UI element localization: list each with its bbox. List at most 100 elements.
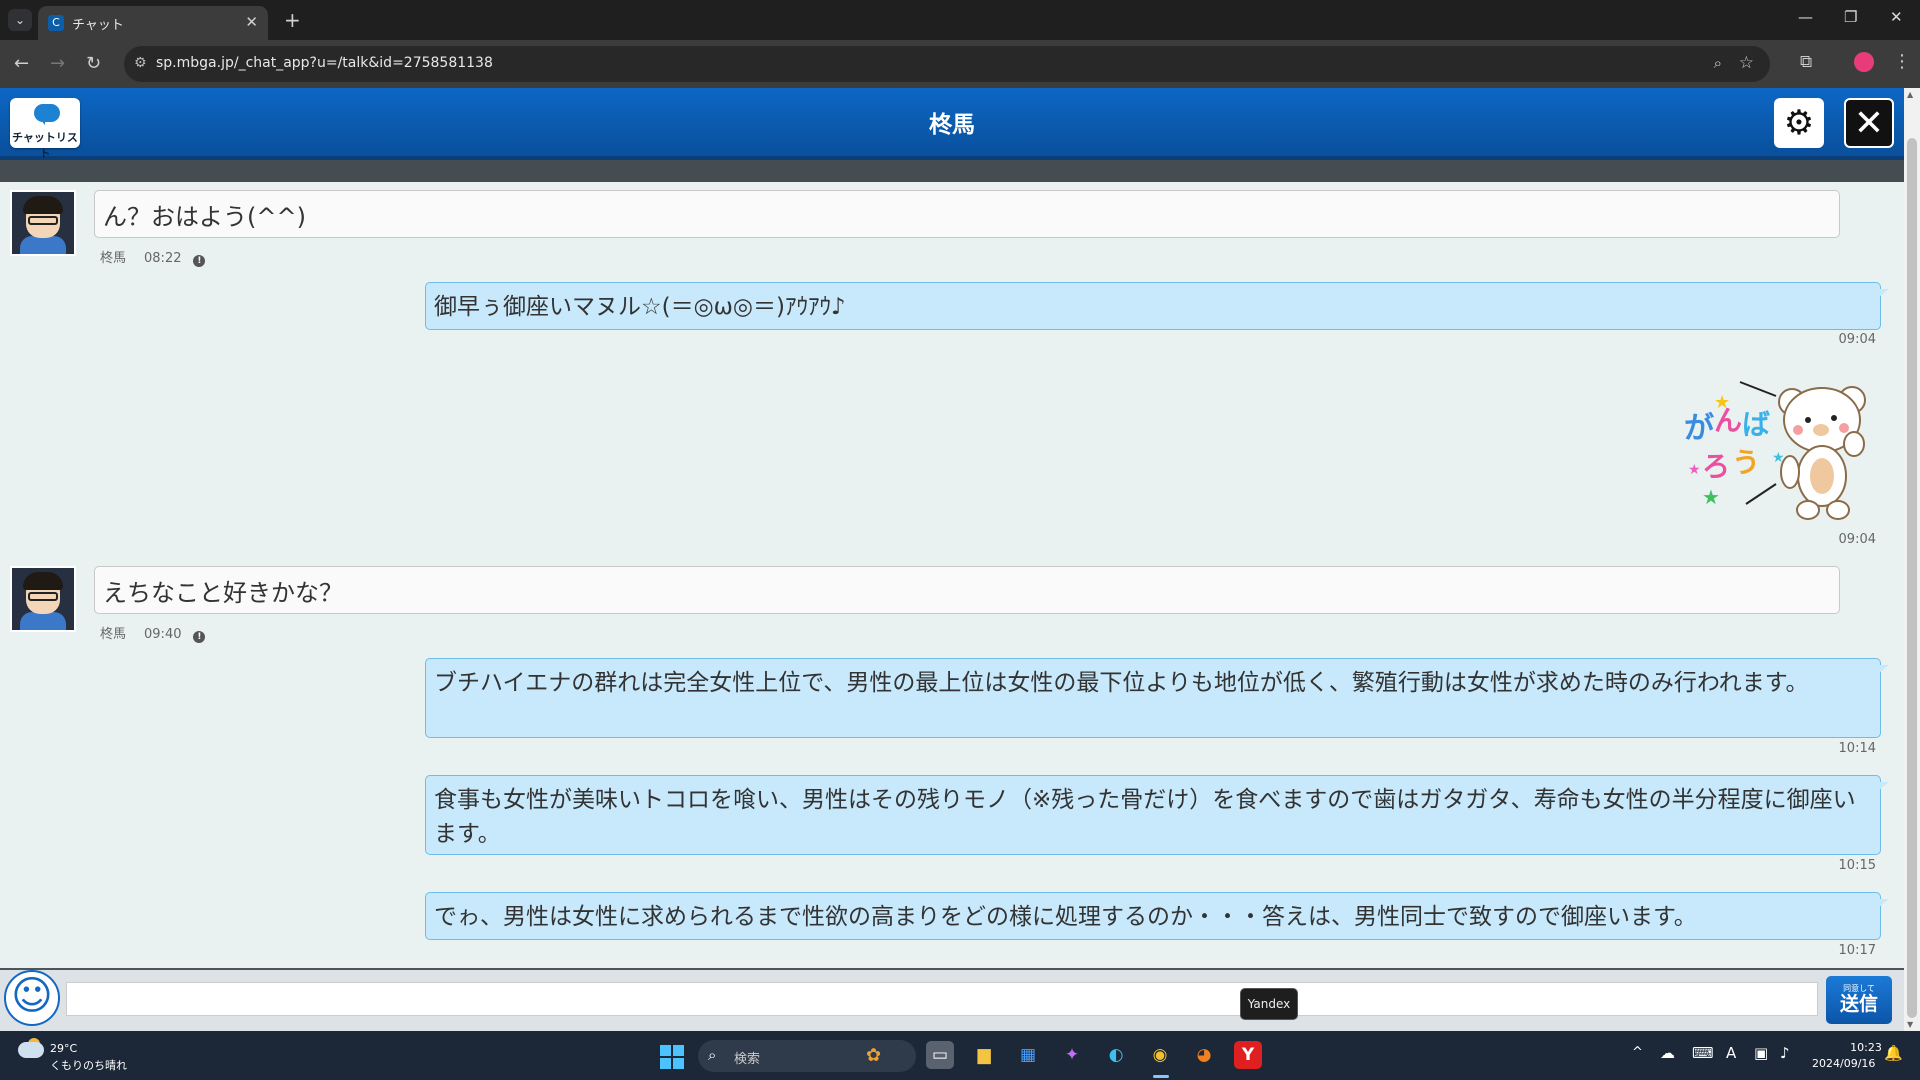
message-input-bar: ☺ 同意して 送信	[0, 968, 1904, 1033]
outgoing-message[interactable]: 食事も女性が美味いトコロを喰い、男性はその残りモノ（※残った骨だけ）を食べますの…	[425, 775, 1889, 855]
chrome-browser-icon[interactable]: ◉	[1146, 1041, 1174, 1069]
firefox-browser-icon[interactable]: ◕	[1190, 1041, 1218, 1069]
incoming-message[interactable]: えちなこと好きかな？	[94, 566, 1840, 614]
message-meta: 柊馬 08:22!	[100, 247, 206, 267]
browser-menu-icon[interactable]: ⋮	[1893, 51, 1911, 72]
info-icon[interactable]: !	[193, 631, 206, 643]
address-bar[interactable]: ⚙ sp.mbga.jp/_chat_app?u=/talk&id=275858…	[124, 46, 1770, 82]
zoom-icon[interactable]: ⌕	[1714, 54, 1722, 72]
message-time: 10:17	[1838, 943, 1876, 958]
windows-logo-icon	[673, 1045, 684, 1056]
chat-partner-name: 柊馬	[929, 112, 975, 138]
task-view-icon[interactable]: ▭	[926, 1041, 954, 1069]
windows-logo-icon	[660, 1045, 671, 1056]
message-meta: 柊馬 09:40!	[100, 623, 206, 643]
url-text[interactable]: sp.mbga.jp/_chat_app?u=/talk&id=27585811…	[156, 55, 493, 71]
network-icon[interactable]: ▣	[1754, 1044, 1768, 1062]
bookmark-star-icon[interactable]: ☆	[1739, 53, 1754, 73]
windows-taskbar: 29°C くもりのち晴れ ⌕ 検索 ✿ ▭ ▆ ▦ ✦ ◐ ◉ ◕ Y ^ ☁ …	[0, 1031, 1920, 1080]
copilot-icon[interactable]: ✦	[1058, 1041, 1086, 1069]
svg-text:ろ: ろ	[1702, 450, 1730, 483]
header-shadow-strip	[0, 160, 1904, 182]
incoming-message[interactable]: ん？おはよう(^^)	[94, 190, 1840, 238]
start-button[interactable]	[660, 1045, 684, 1069]
taskbar-tooltip: Yandex	[1240, 988, 1298, 1020]
tab-close-icon[interactable]: ✕	[245, 13, 258, 31]
profile-avatar[interactable]	[1854, 52, 1874, 72]
svg-text:う: う	[1732, 446, 1760, 479]
taskbar-search[interactable]: ⌕ 検索 ✿	[698, 1040, 916, 1072]
new-tab-button[interactable]: +	[284, 8, 301, 32]
browser-tab-chat[interactable]: C チャット ✕	[38, 6, 268, 40]
file-explorer-icon[interactable]: ▆	[970, 1041, 998, 1069]
avatar-hair	[23, 572, 63, 590]
extensions-puzzle-icon[interactable]: ⧉	[1800, 52, 1812, 72]
info-icon[interactable]: !	[193, 255, 206, 267]
tray-expand-icon[interactable]: ^	[1632, 1045, 1643, 1060]
avatar-hair	[23, 196, 63, 214]
clock-time[interactable]: 10:23	[1846, 1041, 1886, 1054]
active-app-indicator	[1153, 1075, 1169, 1078]
message-input[interactable]	[66, 982, 1818, 1016]
browser-tab-bar: ⌄ C チャット ✕ + — ❐ ✕	[0, 0, 1920, 40]
edge-browser-icon[interactable]: ◐	[1102, 1041, 1130, 1069]
message-time: 10:14	[1838, 741, 1876, 756]
ime-indicator[interactable]: A	[1726, 1044, 1736, 1062]
ganbarou-bear-sticker[interactable]: が ん ば ろ う ★ ★ ★ ★	[1680, 372, 1886, 522]
svg-text:★: ★	[1702, 485, 1720, 509]
sender-avatar[interactable]	[10, 566, 76, 632]
sender-avatar[interactable]	[10, 190, 76, 256]
send-label: 送信	[1839, 993, 1878, 1015]
scroll-down-arrow-icon[interactable]: ▼	[1907, 1020, 1913, 1029]
volume-icon[interactable]: ♪	[1780, 1044, 1790, 1062]
keyboard-icon[interactable]: ⌨	[1692, 1044, 1714, 1062]
cloud-icon	[18, 1042, 44, 1058]
outgoing-message[interactable]: ブチハイエナの群れは完全女性上位で、男性の最上位は女性の最下位よりも地位が低く、…	[425, 658, 1889, 738]
message-time: 09:04	[1838, 532, 1876, 547]
close-icon: ✕	[1853, 103, 1885, 144]
search-highlight-icon: ✿	[866, 1045, 882, 1066]
site-info-icon[interactable]: ⚙	[134, 55, 147, 71]
restore-button[interactable]: ❐	[1844, 8, 1857, 26]
scroll-thumb[interactable]	[1907, 138, 1917, 1018]
mobage-favicon-icon: C	[48, 15, 64, 31]
svg-text:が: が	[1684, 411, 1714, 446]
search-label: 検索	[734, 1052, 761, 1067]
window-close-button[interactable]: ✕	[1890, 8, 1903, 26]
back-arrow-icon[interactable]: ←	[14, 53, 29, 74]
svg-text:ば: ば	[1742, 408, 1770, 441]
clock-date[interactable]: 2024/09/16	[1812, 1057, 1875, 1070]
avatar-body	[20, 236, 66, 254]
outgoing-message[interactable]: でゎ、男性は女性に求められるまで性欲の高まりをどの様に処理するのか・・・答えは、…	[425, 892, 1889, 940]
minimize-button[interactable]: —	[1798, 8, 1813, 26]
scroll-up-arrow-icon[interactable]: ▲	[1907, 90, 1913, 99]
page-scrollbar[interactable]: ▲ ▼	[1904, 88, 1920, 1031]
yandex-browser-icon[interactable]: Y	[1234, 1041, 1262, 1069]
message-time: 08:22	[144, 251, 182, 266]
tab-title: チャット	[72, 18, 124, 33]
smiley-icon: ☺	[11, 973, 53, 1019]
send-button[interactable]: 同意して 送信	[1826, 976, 1892, 1024]
tab-search-button[interactable]: ⌄	[8, 9, 32, 31]
notification-bell-icon[interactable]: 🔔	[1884, 1044, 1903, 1062]
microsoft-store-icon[interactable]: ▦	[1014, 1041, 1042, 1069]
forward-arrow-icon[interactable]: →	[50, 53, 65, 74]
windows-logo-icon	[660, 1058, 671, 1069]
settings-button[interactable]: ⚙	[1774, 98, 1824, 148]
message-list[interactable]: ん？おはよう(^^) 柊馬 08:22! 御早ぅ御座いマヌル☆(＝◎ω◎＝)ｱｳｱ…	[0, 182, 1904, 968]
svg-text:★: ★	[1714, 392, 1730, 413]
avatar-body	[20, 612, 66, 630]
message-time: 09:04	[1838, 332, 1876, 347]
sender-name: 柊馬	[100, 251, 127, 266]
emoji-button[interactable]: ☺	[4, 970, 60, 1026]
reload-icon[interactable]: ↻	[86, 53, 101, 74]
sender-name: 柊馬	[100, 627, 127, 642]
close-chat-button[interactable]: ✕	[1844, 98, 1894, 148]
outgoing-message[interactable]: 御早ぅ御座いマヌル☆(＝◎ω◎＝)ｱｳｱｳ♪	[425, 282, 1889, 330]
onedrive-cloud-icon[interactable]: ☁	[1660, 1044, 1675, 1062]
weather-description: くもりのち晴れ	[50, 1059, 127, 1072]
message-time: 10:15	[1838, 858, 1876, 873]
weather-temperature: 29°C	[50, 1042, 78, 1055]
message-time: 09:40	[144, 627, 182, 642]
gear-icon: ⚙	[1783, 103, 1815, 143]
